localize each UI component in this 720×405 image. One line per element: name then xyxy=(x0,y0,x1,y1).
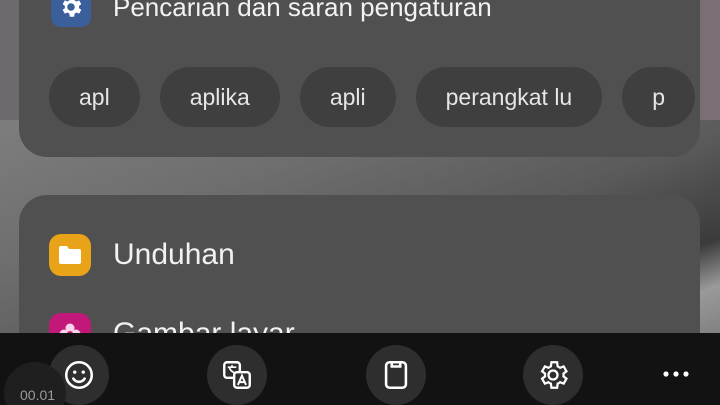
list-item-unduhan[interactable]: Unduhan xyxy=(49,234,235,276)
app-label: Unduhan xyxy=(113,238,235,271)
chip-apl[interactable]: apl xyxy=(49,67,140,127)
gear-icon xyxy=(51,0,91,27)
suggestion-chips: apl aplika apli perangkat lu p xyxy=(49,67,700,127)
translate-button[interactable] xyxy=(207,345,267,405)
folder-icon xyxy=(49,234,91,276)
chip-perangkat-lu[interactable]: perangkat lu xyxy=(415,67,603,127)
chip-partial[interactable]: p xyxy=(622,67,696,127)
clipboard-icon xyxy=(384,360,408,390)
chip-aplika[interactable]: aplika xyxy=(159,67,280,127)
settings-suggestions-card: Pencarian dan saran pengaturan apl aplik… xyxy=(19,0,700,157)
gear-icon xyxy=(540,361,568,389)
keyboard-toolbar xyxy=(0,333,720,405)
translate-icon xyxy=(223,361,251,389)
more-button[interactable] xyxy=(656,359,696,389)
more-horizontal-icon xyxy=(663,371,689,377)
recording-timer: 00.01 xyxy=(20,387,56,403)
settings-suggestions-row[interactable]: Pencarian dan saran pengaturan xyxy=(51,0,492,32)
smiley-icon xyxy=(64,360,94,390)
screen: Pencarian dan saran pengaturan apl aplik… xyxy=(0,0,720,405)
clipboard-button[interactable] xyxy=(366,345,426,405)
chip-apli[interactable]: apli xyxy=(299,67,396,127)
settings-button[interactable] xyxy=(523,345,583,405)
settings-suggestions-title: Pencarian dan saran pengaturan xyxy=(113,0,492,22)
